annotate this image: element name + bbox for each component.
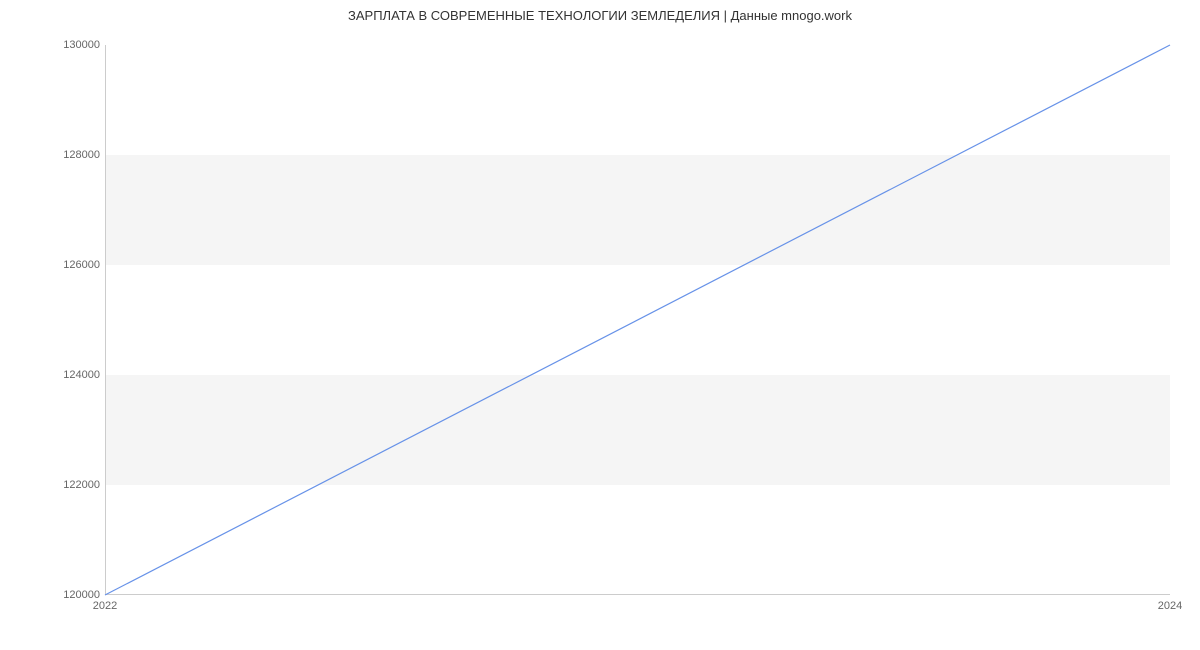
y-tick-label: 122000 <box>50 479 100 491</box>
data-line <box>105 45 1170 595</box>
y-tick-label: 126000 <box>50 259 100 271</box>
y-tick-label: 130000 <box>50 39 100 51</box>
x-tick-label: 2024 <box>1158 600 1182 612</box>
x-tick-label: 2022 <box>93 600 117 612</box>
y-tick-label: 124000 <box>50 369 100 381</box>
y-tick-label: 128000 <box>50 149 100 161</box>
chart-title: ЗАРПЛАТА В СОВРЕМЕННЫЕ ТЕХНОЛОГИИ ЗЕМЛЕД… <box>0 8 1200 23</box>
chart-line-svg <box>105 45 1170 595</box>
